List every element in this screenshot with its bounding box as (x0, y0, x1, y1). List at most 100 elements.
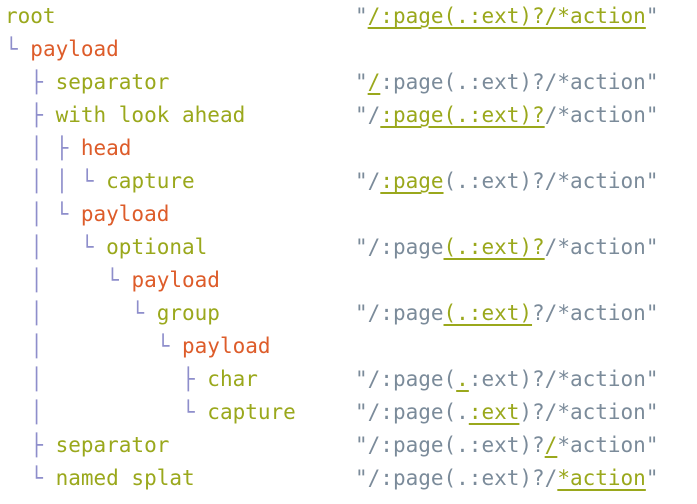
pattern-close-quote: " (645, 466, 659, 490)
pattern-open-quote: " (355, 301, 368, 325)
tree-node-cell: │ └ payload (0, 330, 355, 363)
pattern-open-quote: " (355, 367, 368, 391)
tree-branch-connector-icon: ├ (5, 433, 56, 457)
tree-node-cell: │ └ payload (0, 264, 355, 297)
tree-node-label[interactable]: separator (56, 70, 170, 94)
tree-node-label[interactable]: with look ahead (56, 103, 246, 127)
pattern-string-cell: "/:page(.:ext)?/*action" (355, 66, 697, 99)
pattern-open-quote: " (355, 169, 368, 193)
pattern-string-cell: "/:page(.:ext)?/*action" (355, 99, 697, 132)
pattern-string-cell: "/:page(.:ext)?/*action" (355, 165, 697, 198)
pattern-string-cell: "/:page(.:ext)?/*action" (355, 396, 697, 429)
tree-node-label[interactable]: payload (182, 334, 271, 358)
pattern-plain-segment: /:page( (367, 367, 457, 391)
tree-branch-connector-icon: │ └ (5, 235, 107, 259)
pattern-string-cell: "/:page(.:ext)?/*action" (355, 0, 697, 33)
pattern-plain-segment: *action (557, 433, 646, 457)
pattern-string-cell: "/:page(.:ext)?/*action" (355, 231, 697, 264)
tree-node-label[interactable]: group (157, 301, 220, 325)
pattern-open-quote: " (355, 103, 368, 127)
pattern-open-quote: " (355, 235, 368, 259)
pattern-string-cell: "/:page(.:ext)?/*action" (355, 363, 697, 396)
tree-branch-connector-icon: │ └ (5, 268, 132, 292)
pattern-plain-segment: /:page(.:ext)?/ (367, 466, 558, 490)
tree-node-label[interactable]: payload (131, 268, 220, 292)
pattern-string-cell: "/:page(.:ext)?/*action" (355, 297, 697, 330)
pattern-plain-segment: /*action (544, 103, 646, 127)
tree-node-cell: └ payload (0, 33, 355, 66)
tree-row[interactable]: │ └ payload (0, 264, 697, 297)
pattern-open-quote: " (355, 466, 368, 490)
tree-node-cell: ├ separator (0, 429, 355, 462)
tree-branch-connector-icon: │ │ └ (5, 169, 107, 193)
pattern-close-quote: " (645, 70, 659, 94)
tree-branch-connector-icon: │ ├ (5, 367, 208, 391)
tree-node-label[interactable]: payload (30, 37, 119, 61)
pattern-highlight-segment: :ext (468, 400, 520, 424)
tree-branch-connector-icon: │ └ (5, 334, 183, 358)
pattern-highlight-segment: :page (380, 169, 444, 193)
tree-node-label[interactable]: capture (207, 400, 296, 424)
tree-branch-connector-icon: │ ├ (5, 136, 81, 160)
tree-node-label[interactable]: separator (56, 433, 170, 457)
pattern-highlight-segment: . (456, 367, 469, 391)
tree-node-label[interactable]: named splat (56, 466, 195, 490)
pattern-highlight-segment: :page(.:ext)? (380, 103, 545, 127)
tree-branch-connector-icon: │ └ (5, 202, 81, 226)
tree-node-label[interactable]: optional (106, 235, 207, 259)
tree-row[interactable]: └ named splat "/:page(.:ext)?/*action" (0, 462, 697, 495)
tree-row[interactable]: │ ├ head (0, 132, 697, 165)
tree-row[interactable]: │ ├ char "/:page(.:ext)?/*action" (0, 363, 697, 396)
pattern-open-quote: " (355, 70, 368, 94)
pattern-open-quote: " (355, 433, 368, 457)
tree-node-label[interactable]: root (5, 4, 56, 28)
tree-node-cell: │ └ payload (0, 198, 355, 231)
pattern-plain-segment: /*action (544, 235, 646, 259)
pattern-plain-segment: /:page(.:ext)? (367, 433, 545, 457)
pattern-plain-segment: / (367, 169, 381, 193)
tree-node-cell: └ named splat (0, 462, 355, 495)
pattern-close-quote: " (645, 400, 659, 424)
tree-row[interactable]: │ └ optional "/:page(.:ext)?/*action" (0, 231, 697, 264)
tree-branch-connector-icon: └ (5, 37, 31, 61)
pattern-open-quote: " (355, 4, 368, 28)
pattern-close-quote: " (645, 367, 659, 391)
pattern-highlight-segment: / (544, 433, 558, 457)
tree-node-cell: │ └ optional (0, 231, 355, 264)
tree-node-cell: │ ├ char (0, 363, 355, 396)
tree-row[interactable]: ├ separator "/:page(.:ext)?/*action" (0, 66, 697, 99)
pattern-plain-segment: (.:ext)?/*action (443, 169, 646, 193)
pattern-plain-segment: /:page (367, 235, 444, 259)
pattern-plain-segment: :page(.:ext)?/*action (380, 70, 646, 94)
pattern-plain-segment: :ext)?/*action (468, 367, 646, 391)
tree-row[interactable]: │ └ group "/:page(.:ext)?/*action" (0, 297, 697, 330)
tree-row[interactable]: │ └ payload (0, 198, 697, 231)
tree-node-label[interactable]: head (81, 136, 132, 160)
tree-branch-connector-icon: │ └ (5, 301, 157, 325)
pattern-highlight-segment: *action (557, 466, 646, 490)
pattern-plain-segment: /:page (367, 301, 444, 325)
tree-row[interactable]: │ └ payload (0, 330, 697, 363)
pattern-plain-segment: )?/*action (519, 400, 646, 424)
tree-node-cell: ├ separator (0, 66, 355, 99)
tree-row[interactable]: └ payload (0, 33, 697, 66)
pattern-close-quote: " (645, 433, 659, 457)
pattern-plain-segment: ?/*action (532, 301, 646, 325)
tree-node-cell: ├ with look ahead (0, 99, 355, 132)
tree-row[interactable]: root "/:page(.:ext)?/*action" (0, 0, 697, 33)
tree-row[interactable]: │ │ └ capture "/:page(.:ext)?/*action" (0, 165, 697, 198)
tree-branch-connector-icon: ├ (5, 70, 56, 94)
tree-row[interactable]: ├ with look ahead "/:page(.:ext)?/*action… (0, 99, 697, 132)
tree-node-cell: │ │ └ capture (0, 165, 355, 198)
tree-node-label[interactable]: capture (106, 169, 195, 193)
tree-node-cell: │ ├ head (0, 132, 355, 165)
parse-tree-view: root "/:page(.:ext)?/*action" └ payload ├ … (0, 0, 697, 504)
pattern-close-quote: " (645, 301, 659, 325)
pattern-string-cell: "/:page(.:ext)?/*action" (355, 462, 697, 495)
tree-row[interactable]: │ └ capture "/:page(.:ext)?/*action" (0, 396, 697, 429)
pattern-close-quote: " (645, 169, 659, 193)
tree-row[interactable]: ├ separator "/:page(.:ext)?/*action" (0, 429, 697, 462)
tree-node-label[interactable]: char (207, 367, 258, 391)
tree-node-label[interactable]: payload (81, 202, 170, 226)
pattern-close-quote: " (645, 235, 659, 259)
